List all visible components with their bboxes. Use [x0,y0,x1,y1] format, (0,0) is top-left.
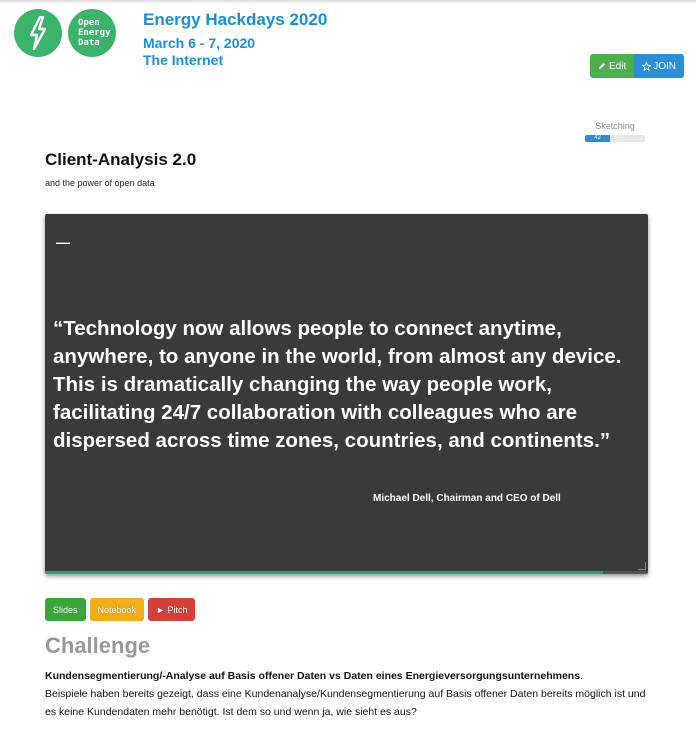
action-button-group: Edit JOIN [590,54,685,78]
project-links: Slides Notebook ► Pitch [45,598,196,621]
star-outline-icon [642,61,652,71]
resize-grip-icon[interactable] [638,562,646,570]
logo-line: Open [78,18,100,28]
challenge-body: Beispiele haben bereits gezeigt, dass ei… [45,688,646,718]
challenge-trail: . [580,670,583,682]
edit-button-label: Edit [609,60,627,72]
top-shadow [0,0,696,4]
open-energy-data-logo[interactable]: Open Energy Data [68,9,116,57]
logo-line: Energy [78,28,111,38]
presentation-embed[interactable]: — “Technology now allows people to conne… [45,214,648,574]
notebook-button[interactable]: Notebook [89,598,145,621]
edit-button[interactable]: Edit [590,54,635,78]
project-subtitle: and the power of open data [45,178,155,188]
event-dates: March 6 - 7, 2020 [143,35,256,51]
challenge-description: Kundensegmentierung/-Analyse auf Basis o… [45,667,655,721]
stage-progress-fill: 42 [585,135,611,142]
join-button[interactable]: JOIN [634,54,685,78]
logo-line: Data [78,38,100,48]
pencil-icon [599,63,605,69]
challenge-bold-text: Kundensegmentierung/-Analyse auf Basis o… [45,670,581,682]
stage-label: Sketching [595,121,635,131]
logo-text: Open Energy Data [74,18,111,48]
event-location: The Internet [143,52,224,68]
event-title[interactable]: Energy Hackdays 2020 [143,10,327,30]
slide-attribution: Michael Dell, Chairman and CEO of Dell [373,493,561,504]
bolt-glyph [29,16,47,50]
slide-progress-fill [45,571,604,574]
slide-progress-bar [45,571,648,574]
slide-dash: — [56,234,70,250]
project-title: Client-Analysis 2.0 [45,150,197,169]
slides-button[interactable]: Slides [45,598,86,621]
stage-progress-bar: 42 [585,135,645,142]
join-button-label: JOIN [653,60,677,72]
pitch-button[interactable]: ► Pitch [148,598,196,621]
lightning-bolt-icon[interactable] [14,9,62,57]
slide-quote: “Technology now allows people to connect… [53,317,622,452]
challenge-heading: Challenge [45,633,151,658]
